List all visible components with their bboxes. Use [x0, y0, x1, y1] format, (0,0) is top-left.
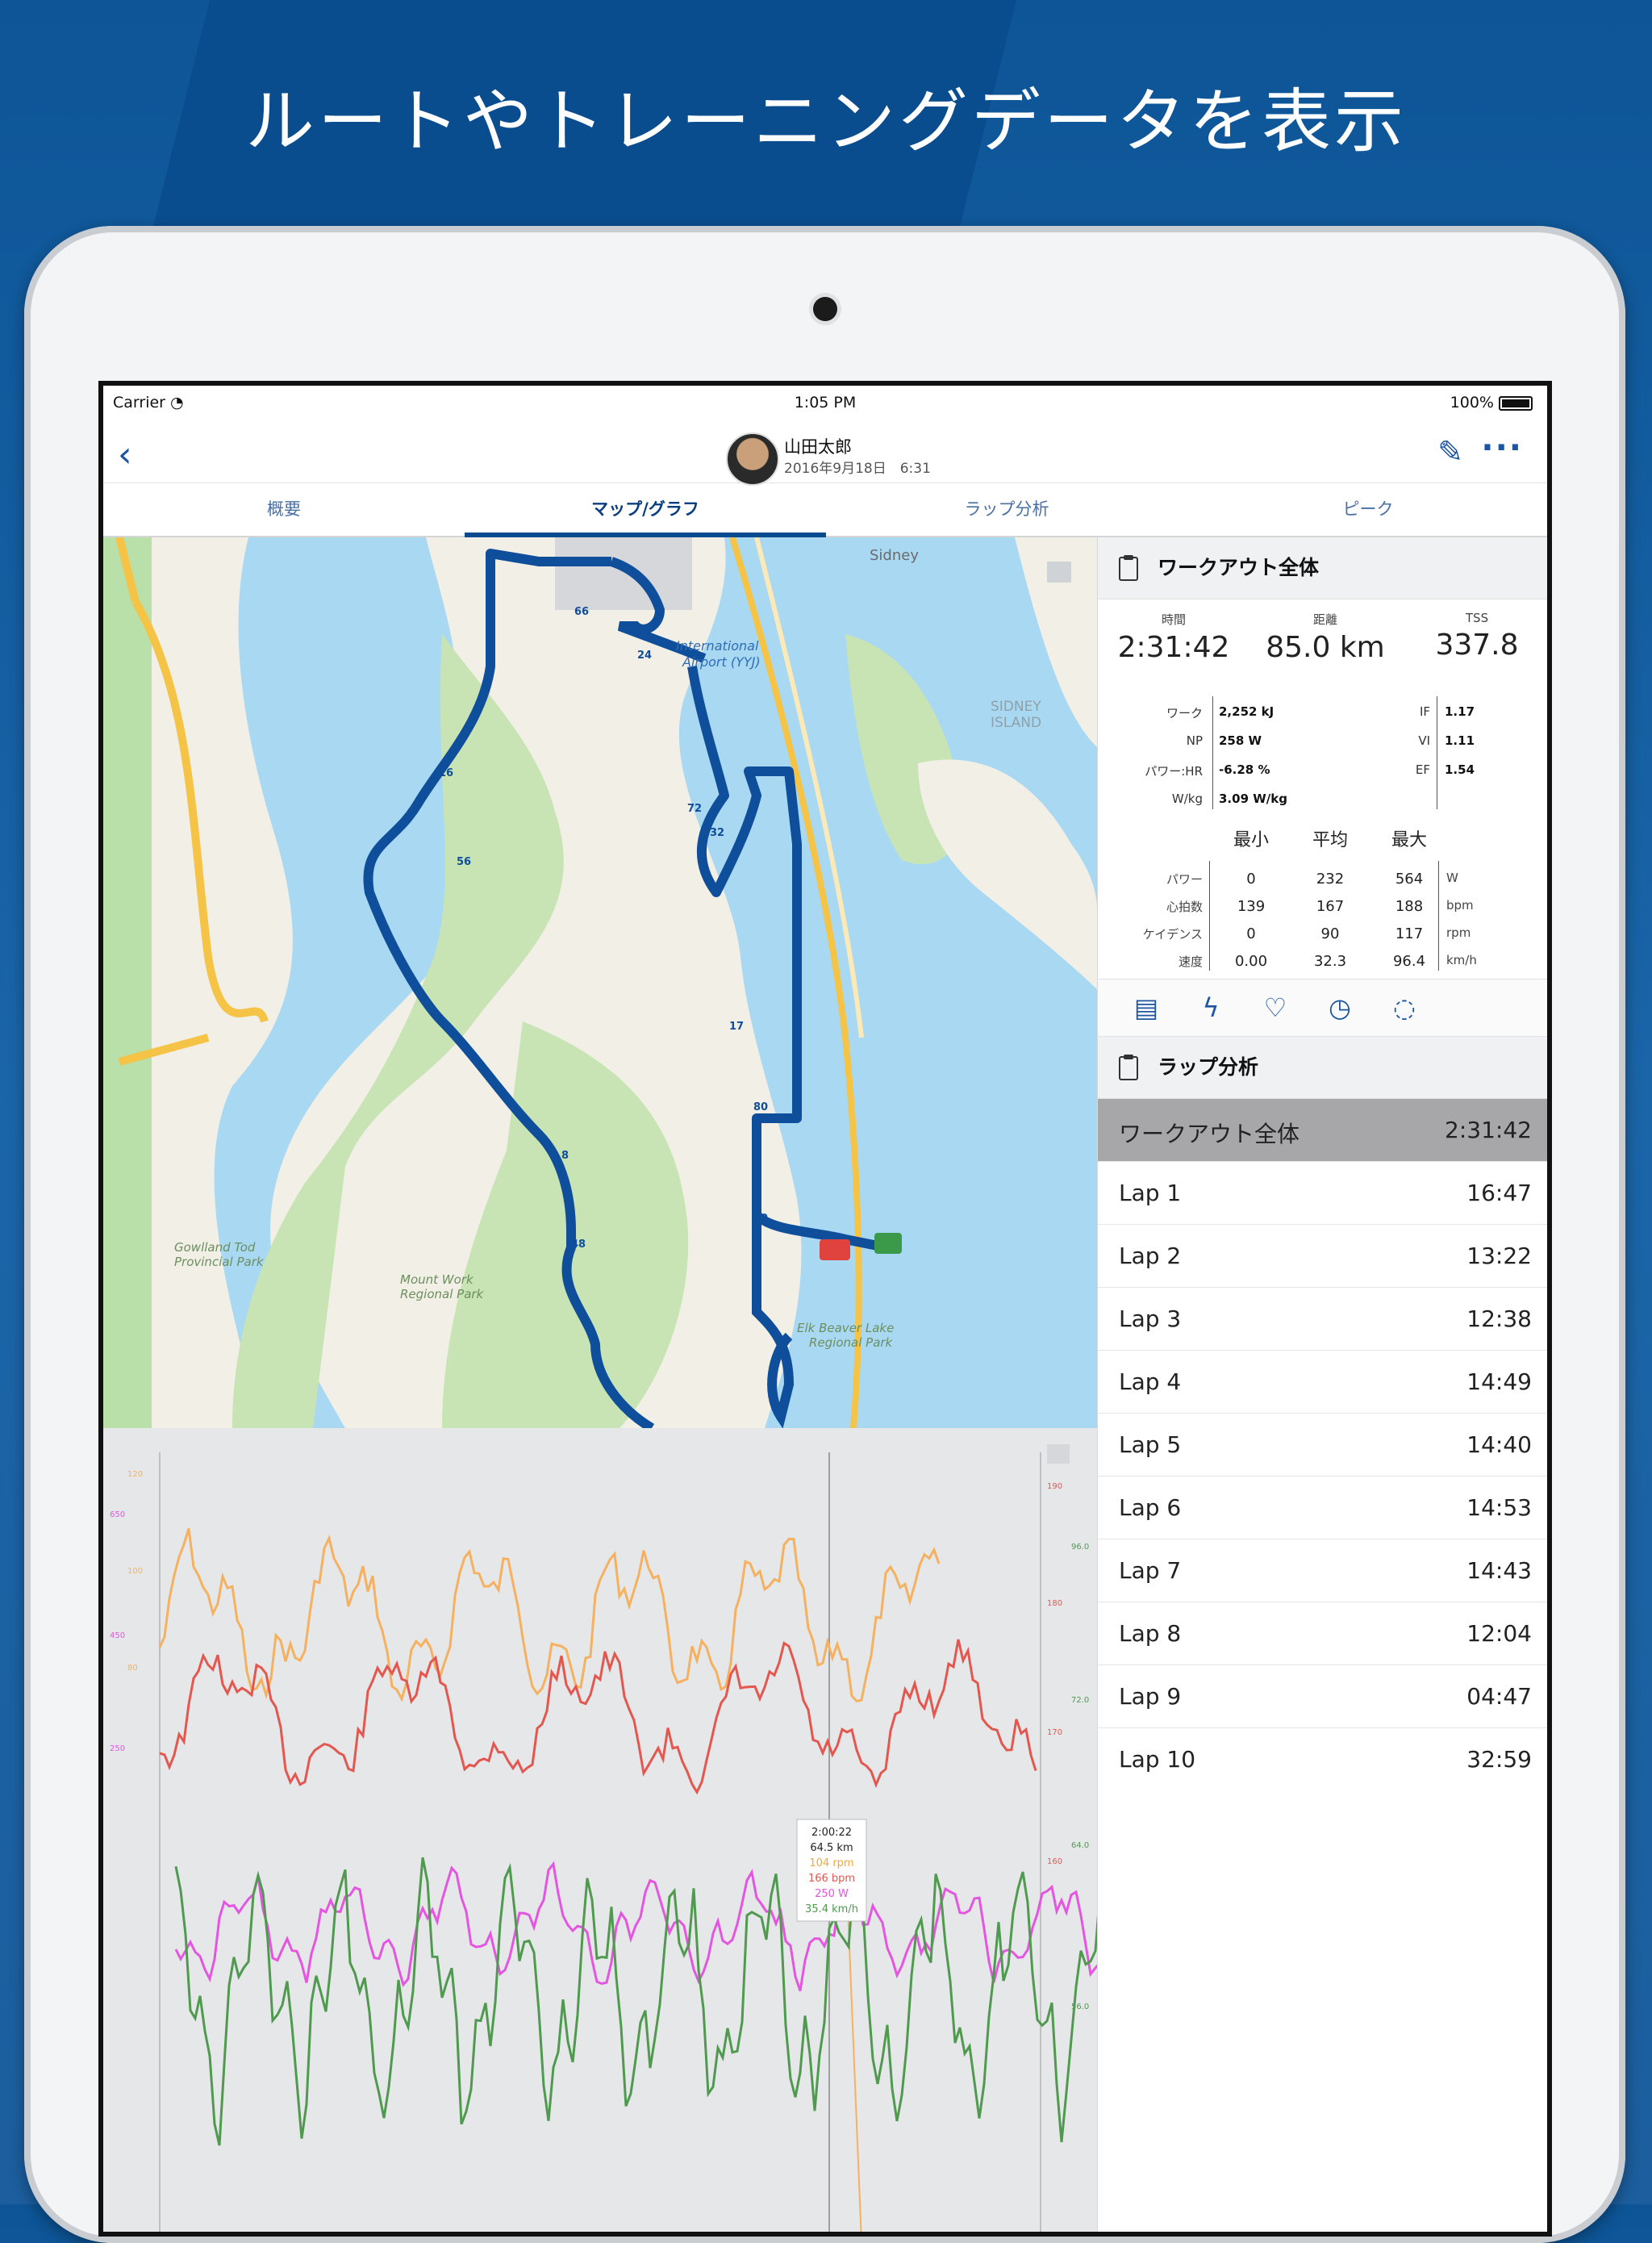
metrics-table: ワーク 2,252 kJ IF 1.17 NP 258 W VI 1.11 パワー:HR -6… [1098, 696, 1547, 817]
heart-icon[interactable]: ♡ [1259, 992, 1291, 1023]
graph-canvas: 120 100 80 650 450 250 190 180 170 160 9… [110, 1444, 1097, 2232]
lap-row[interactable]: Lap 9 04:47 [1098, 1665, 1547, 1728]
tooltip-power: 250 W [815, 1888, 849, 1900]
svg-text:72.0: 72.0 [1071, 1696, 1089, 1705]
status-time: 1:05 PM [794, 394, 857, 411]
summary-label: 距離 [1312, 612, 1337, 627]
svg-text:160: 160 [1047, 1857, 1062, 1866]
back-chevron-icon[interactable]: ‹ [118, 434, 132, 475]
clipboard-icon [1119, 555, 1138, 581]
svg-text:Gowlland Tod: Gowlland Tod [174, 1240, 256, 1255]
lap-list: ワークアウト全体 2:31:42 Lap 1 16:47 Lap 2 13:22 La… [1098, 1099, 1547, 1790]
headline: ルートやトレーニングデータを表示 [245, 81, 1407, 162]
summary-value: 337.8 [1435, 629, 1519, 662]
tab-overview[interactable]: 概要 [103, 482, 465, 536]
svg-text:Elk Beaver Lake: Elk Beaver Lake [797, 1321, 894, 1335]
tooltip-time: 2:00:22 [811, 1827, 852, 1839]
svg-text:17: 17 [729, 1021, 744, 1033]
power-bolt-icon[interactable]: ϟ [1195, 992, 1227, 1023]
lap-row[interactable]: Lap 3 12:38 [1098, 1288, 1547, 1351]
svg-text:450: 450 [110, 1631, 125, 1640]
summary-label: 時間 [1161, 612, 1186, 627]
svg-text:56.0: 56.0 [1071, 2003, 1089, 2011]
svg-text:250: 250 [110, 1744, 125, 1753]
svg-text:66: 66 [574, 606, 589, 618]
summary-value: 85.0 km [1266, 631, 1385, 664]
more-options-icon[interactable]: ··· [1481, 429, 1523, 466]
lap-row[interactable]: Lap 8 12:04 [1098, 1602, 1547, 1665]
svg-text:56: 56 [457, 856, 471, 868]
tooltip-distance: 64.5 km [810, 1842, 853, 1854]
min-avg-max-table: 最小 平均 最大 パワー 0 232 564 W 心拍数 139 167 188 bpm ケイデ… [1142, 830, 1477, 971]
tab-map-graph[interactable]: マップ/グラフ [465, 482, 826, 537]
svg-text:32: 32 [710, 827, 724, 839]
avatar [726, 432, 779, 486]
svg-text:8: 8 [561, 1150, 569, 1162]
cadence-gauge-icon[interactable]: ◷ [1324, 992, 1356, 1023]
tooltip-cadence: 104 rpm [809, 1857, 853, 1869]
svg-text:190: 190 [1047, 1482, 1062, 1491]
lap-row[interactable]: Lap 1 16:47 [1098, 1162, 1547, 1225]
svg-text:Regional Park: Regional Park [809, 1335, 894, 1350]
svg-text:120: 120 [127, 1470, 143, 1479]
route-map[interactable]: Sidney International Airport (YYJ) SIDNE… [103, 537, 1097, 1428]
summary-value: 2:31:42 [1117, 631, 1230, 664]
lap-row[interactable]: Lap 6 14:53 [1098, 1477, 1547, 1539]
lap-analysis-header: ラップ分析 [1098, 1037, 1547, 1099]
workout-date: 2016年9月18日 6:31 [784, 461, 931, 477]
status-bar: Carrier ◔ 1:05 PM 100% [103, 386, 1547, 418]
svg-text:100: 100 [127, 1567, 143, 1576]
svg-text:Provincial Park: Provincial Park [174, 1255, 265, 1269]
nav-bar: ‹ 山田太郎 2016年9月18日 6:31 ✎ ··· [103, 418, 1547, 486]
battery-icon [1499, 395, 1533, 411]
stats-panel: ワークアウト全体 時間 2:31:42 距離 85.0 km TSS 337.8 ワー… [1097, 537, 1547, 2232]
workout-header: ワークアウト全体 [1098, 537, 1547, 599]
map-canvas: Sidney International Airport (YYJ) SIDNE… [103, 537, 1097, 1428]
svg-text:650: 650 [110, 1510, 125, 1519]
view-icon-bar: ▤ ϟ ♡ ◷ ◌ [1098, 979, 1547, 1037]
user-name: 山田太郎 [784, 437, 852, 457]
lap-row[interactable]: Lap 4 14:49 [1098, 1351, 1547, 1414]
svg-text:SIDNEY: SIDNEY [991, 699, 1041, 715]
speed-circle-icon[interactable]: ◌ [1388, 992, 1420, 1023]
lap-row[interactable]: Lap 10 32:59 [1098, 1728, 1547, 1790]
camera-icon [813, 297, 837, 321]
tab-bar: 概要 マップ/グラフ ラップ分析 ピーク [103, 482, 1547, 537]
svg-text:ISLAND: ISLAND [991, 715, 1041, 731]
battery-status: 100% [1450, 394, 1533, 411]
svg-text:48: 48 [571, 1238, 586, 1251]
svg-text:Regional Park: Regional Park [400, 1287, 485, 1301]
edit-pencil-icon[interactable]: ✎ [1437, 434, 1463, 470]
svg-text:80: 80 [127, 1664, 138, 1673]
svg-text:72: 72 [687, 803, 702, 815]
clipboard-icon [1119, 1055, 1138, 1080]
tooltip-heart: 166 bpm [808, 1873, 855, 1885]
summary-label: TSS [1465, 611, 1489, 625]
app-screen: Carrier ◔ 1:05 PM 100% ‹ 山田太郎 2016年9月18日… [98, 381, 1552, 2237]
svg-text:Airport (YYJ): Airport (YYJ) [682, 654, 761, 670]
tab-peak[interactable]: ピーク [1187, 482, 1547, 536]
svg-text:24: 24 [637, 650, 652, 662]
lap-row-workout[interactable]: ワークアウト全体 2:31:42 [1098, 1099, 1547, 1162]
svg-text:80: 80 [753, 1101, 768, 1113]
summary-stats: 時間 2:31:42 距離 85.0 km TSS 337.8 [1098, 599, 1547, 696]
svg-text:64.0: 64.0 [1071, 1841, 1089, 1850]
svg-text:96.0: 96.0 [1071, 1543, 1089, 1552]
lap-row[interactable]: Lap 7 14:43 [1098, 1539, 1547, 1602]
svg-text:International: International [676, 638, 759, 654]
svg-text:180: 180 [1047, 1599, 1062, 1608]
svg-text:170: 170 [1047, 1728, 1062, 1737]
svg-text:16: 16 [439, 767, 453, 779]
svg-text:Mount Work: Mount Work [400, 1272, 474, 1287]
tab-lap-analysis[interactable]: ラップ分析 [826, 482, 1187, 536]
svg-text:Sidney: Sidney [870, 547, 919, 564]
summary-clipboard-icon[interactable]: ▤ [1130, 992, 1162, 1023]
training-graph[interactable]: 120 100 80 650 450 250 190 180 170 160 9… [103, 1428, 1097, 2232]
lap-row[interactable]: Lap 2 13:22 [1098, 1225, 1547, 1288]
lap-row[interactable]: Lap 5 14:40 [1098, 1414, 1547, 1477]
svg-text:40: 40 [753, 1213, 768, 1225]
tooltip-speed: 35.4 km/h [805, 1903, 858, 1915]
